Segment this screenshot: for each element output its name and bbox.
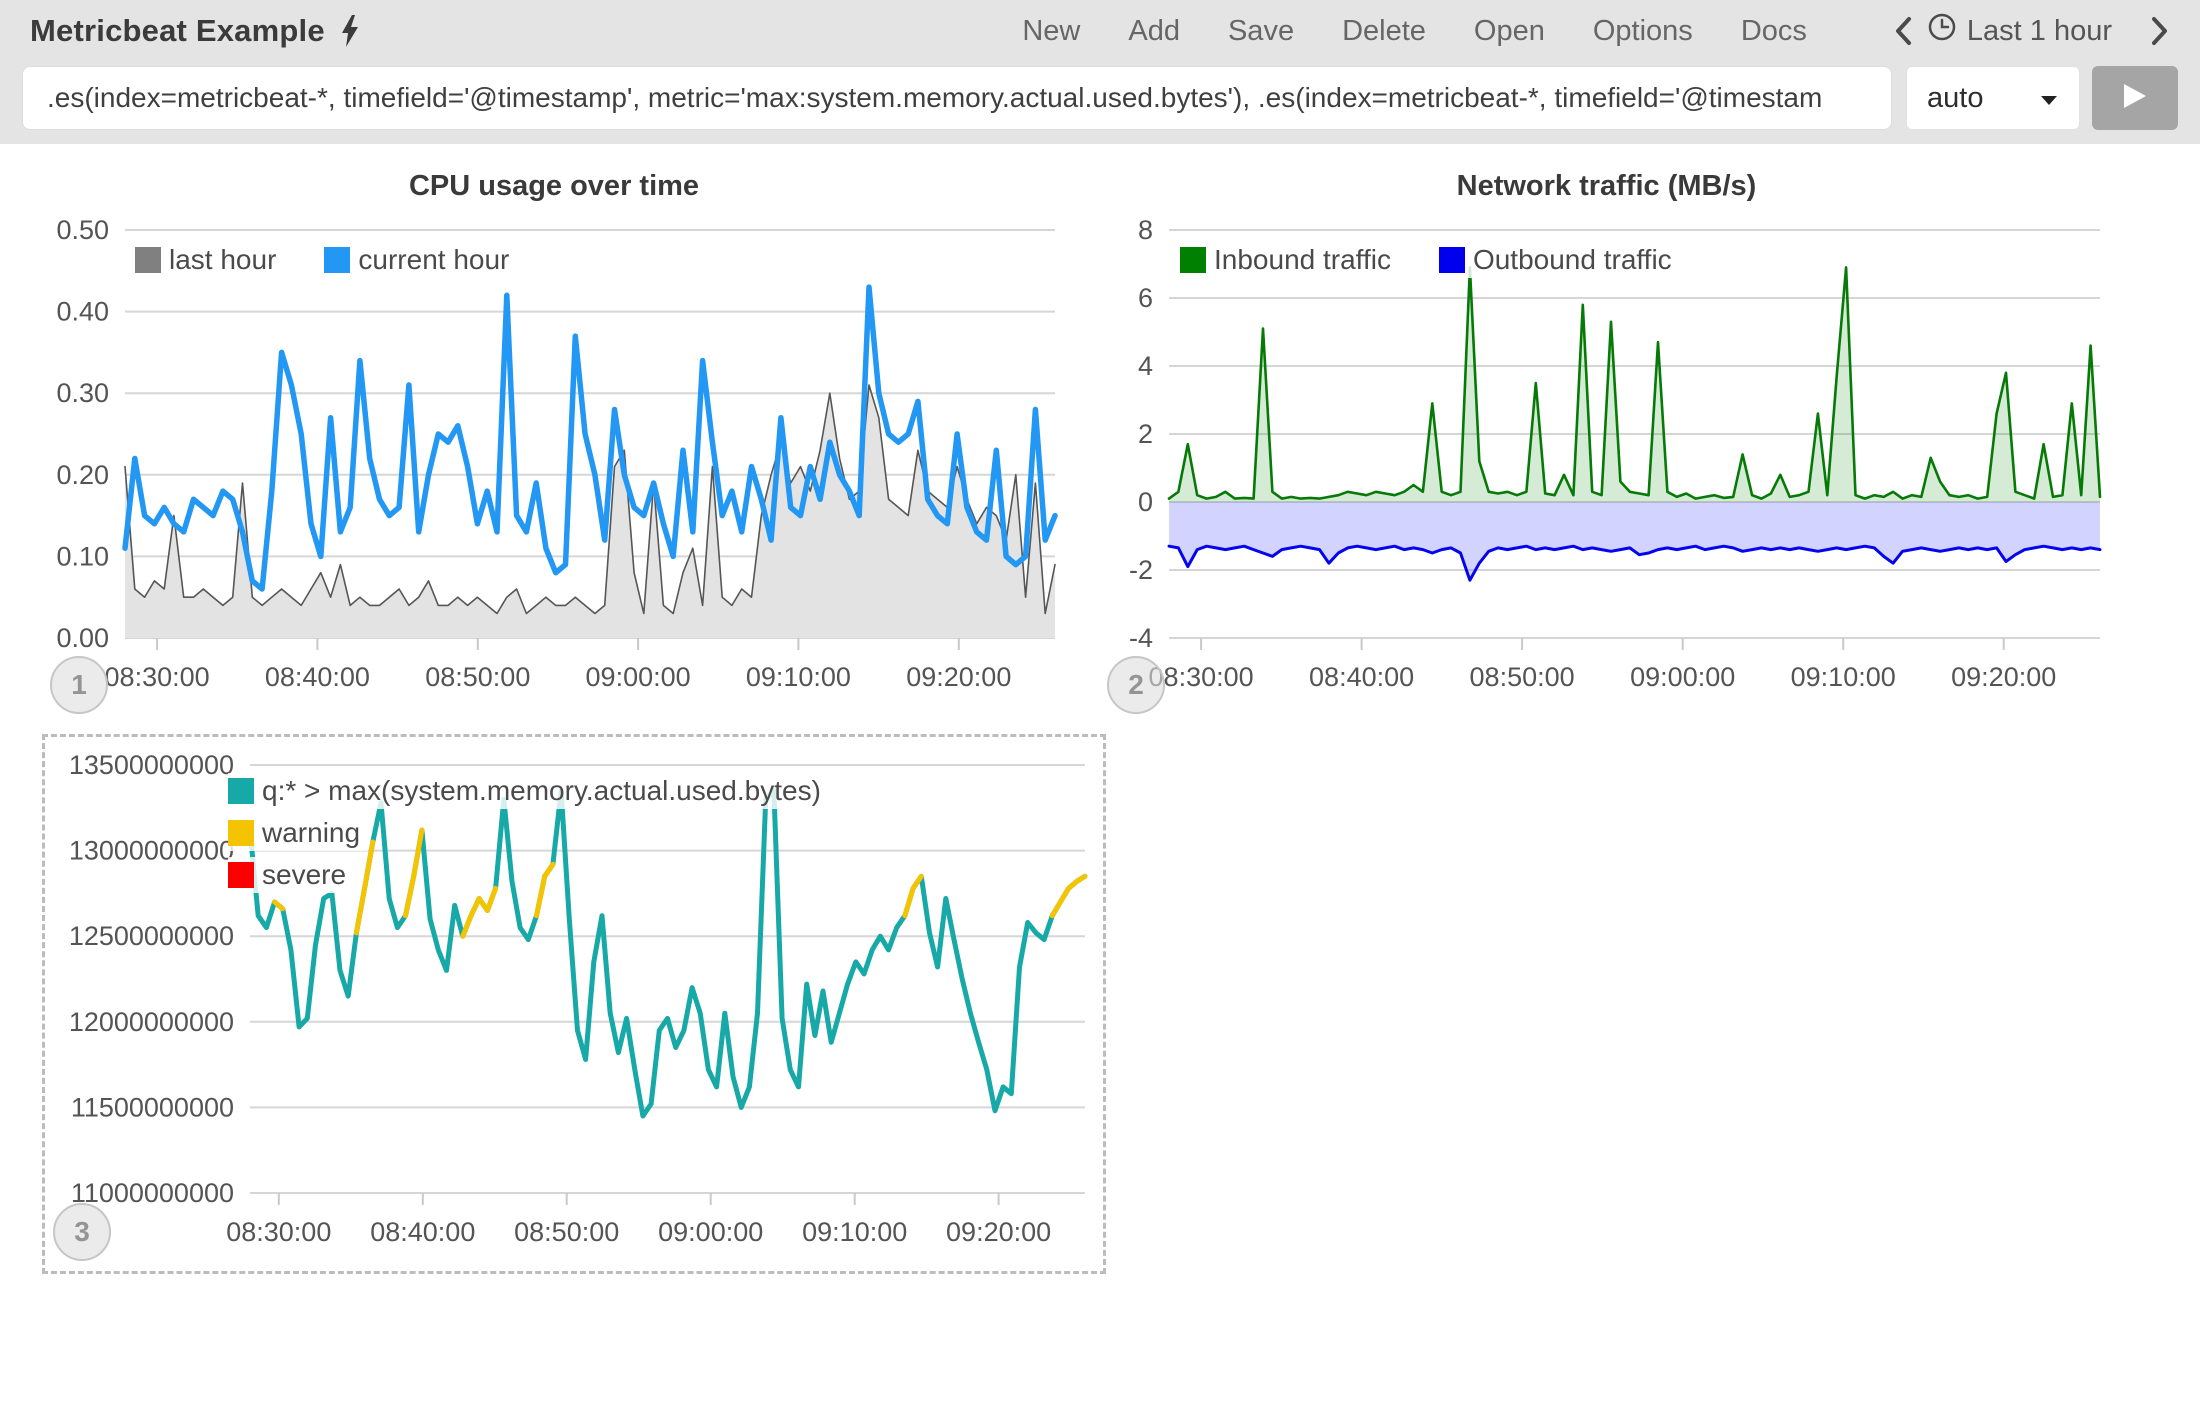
cpu-legend: last hour current hour: [135, 242, 517, 278]
y-axis-tick-label: -4: [1129, 623, 1153, 653]
cpu-usage-plot[interactable]: 0.00 0.10 0.20 0.30 0.40 0.50 08:30:00 08:40:00…: [30, 216, 1078, 696]
menu-item-save[interactable]: Save: [1228, 15, 1294, 48]
time-back-chevron-icon[interactable]: [1893, 15, 1913, 47]
time-range-label: Last 1 hour: [1967, 15, 2112, 48]
legend-item[interactable]: severe: [228, 857, 354, 893]
y-axis-tick-label: 0.10: [56, 541, 109, 571]
menu-item-docs[interactable]: Docs: [1741, 15, 1807, 48]
network-legend: Inbound traffic Outbound traffic: [1180, 242, 1680, 278]
x-axis-tick-label: 08:40:00: [265, 662, 370, 692]
legend-swatch-icon: [1439, 247, 1465, 273]
y-axis-tick-label: 11000000000: [71, 1178, 234, 1208]
chart-title: Network traffic (MB/s): [1105, 156, 2108, 216]
x-axis-tick-label: 09:20:00: [1951, 662, 2056, 692]
legend-item[interactable]: warning: [228, 815, 368, 851]
panel-badge-3: 3: [53, 1203, 111, 1261]
chart-cpu-usage: CPU usage over time 0.00 0.10 0.20 0.30 0.40…: [30, 156, 1078, 756]
timelion-page: Metricbeat Example New Add Save Delete O…: [0, 0, 2200, 1406]
x-axis-tick-label: 08:50:00: [514, 1217, 619, 1247]
x-axis-tick-label: 08:40:00: [1309, 662, 1414, 692]
y-axis-tick-label: 2: [1138, 419, 1153, 449]
clock-icon: [1927, 12, 1957, 50]
menu-item-open[interactable]: Open: [1474, 15, 1545, 48]
x-axis-tick-label: 09:00:00: [586, 662, 691, 692]
y-axis-tick-label: 0.40: [56, 297, 109, 327]
y-axis-tick-label: 6: [1138, 283, 1153, 313]
x-axis-tick-label: 09:00:00: [1630, 662, 1735, 692]
x-axis-tick-label: 08:30:00: [105, 662, 210, 692]
y-axis-tick-label: 4: [1138, 351, 1153, 381]
play-icon: [2122, 82, 2148, 115]
memory-legend: q:* > max(system.memory.actual.used.byte…: [228, 773, 829, 893]
x-axis-tick-label: 09:10:00: [802, 1217, 907, 1247]
legend-swatch-icon: [135, 247, 161, 273]
app-title: Metricbeat Example: [30, 13, 325, 49]
title-row: Metricbeat Example New Add Save Delete O…: [0, 0, 2200, 62]
network-traffic-plot[interactable]: 86420-2-408:30:0008:40:0008:50:0009:00:0…: [1105, 216, 2108, 696]
panel-badge-2: 2: [1107, 656, 1165, 714]
menu-item-new[interactable]: New: [1022, 15, 1080, 48]
x-axis-tick-label: 09:20:00: [946, 1217, 1051, 1247]
y-axis-tick-label: 0.50: [56, 216, 109, 245]
x-axis-tick-label: 08:50:00: [1470, 662, 1575, 692]
query-bar: auto: [22, 66, 2178, 130]
y-axis-tick-label: -2: [1129, 555, 1153, 585]
legend-item[interactable]: Outbound traffic: [1439, 242, 1680, 278]
legend-swatch-icon: [1180, 247, 1206, 273]
legend-swatch-icon: [228, 862, 254, 888]
x-axis-tick-label: 09:00:00: [658, 1217, 763, 1247]
lightning-bolt-icon: [339, 14, 361, 48]
y-axis-tick-label: 0.20: [56, 460, 109, 490]
legend-item[interactable]: q:* > max(system.memory.actual.used.byte…: [228, 773, 829, 809]
x-axis-tick-label: 09:20:00: [906, 662, 1011, 692]
x-axis-tick-label: 09:10:00: [746, 662, 851, 692]
menu-item-add[interactable]: Add: [1128, 15, 1180, 48]
interval-value: auto: [1927, 82, 1983, 115]
x-axis-tick-label: 08:40:00: [370, 1217, 475, 1247]
time-forward-chevron-icon[interactable]: [2150, 15, 2170, 47]
time-picker: Last 1 hour: [1893, 12, 2170, 50]
top-navbar: Metricbeat Example New Add Save Delete O…: [0, 0, 2200, 144]
menu-item-delete[interactable]: Delete: [1342, 15, 1426, 48]
y-axis-tick-label: 12000000000: [69, 1007, 234, 1037]
legend-swatch-icon: [228, 778, 254, 804]
legend-item[interactable]: current hour: [324, 242, 517, 278]
x-axis-tick-label: 09:10:00: [1791, 662, 1896, 692]
legend-swatch-icon: [228, 820, 254, 846]
caret-down-icon: [2039, 82, 2059, 115]
legend-item[interactable]: last hour: [135, 242, 284, 278]
y-axis-tick-label: 0: [1138, 487, 1153, 517]
y-axis-tick-label: 11500000000: [71, 1092, 234, 1122]
y-axis-tick-label: 13000000000: [69, 836, 234, 866]
time-range-button[interactable]: Last 1 hour: [1927, 12, 2112, 50]
main-menu: New Add Save Delete Open Options Docs La…: [1022, 12, 2170, 50]
legend-swatch-icon: [324, 247, 350, 273]
y-axis-tick-label: 13500000000: [69, 750, 234, 780]
chart-network-traffic: Network traffic (MB/s) 86420-2-408:30:00…: [1105, 156, 2108, 756]
legend-item[interactable]: Inbound traffic: [1180, 242, 1399, 278]
x-axis-tick-label: 08:30:00: [226, 1217, 331, 1247]
timelion-expression-input[interactable]: [22, 66, 1892, 130]
run-query-button[interactable]: [2092, 66, 2178, 130]
menu-item-options[interactable]: Options: [1593, 15, 1693, 48]
y-axis-tick-label: 0.30: [56, 378, 109, 408]
interval-select[interactable]: auto: [1906, 66, 2080, 130]
y-axis-tick-label: 0.00: [56, 623, 109, 653]
x-axis-tick-label: 08:50:00: [425, 662, 530, 692]
chart-title: CPU usage over time: [30, 156, 1078, 216]
y-axis-tick-label: 12500000000: [69, 921, 234, 951]
chart-memory-selected: 13500000000 13000000000 12500000000 1200000…: [42, 734, 1106, 1274]
panel-badge-1: 1: [50, 656, 108, 714]
y-axis-tick-label: 8: [1138, 216, 1153, 245]
